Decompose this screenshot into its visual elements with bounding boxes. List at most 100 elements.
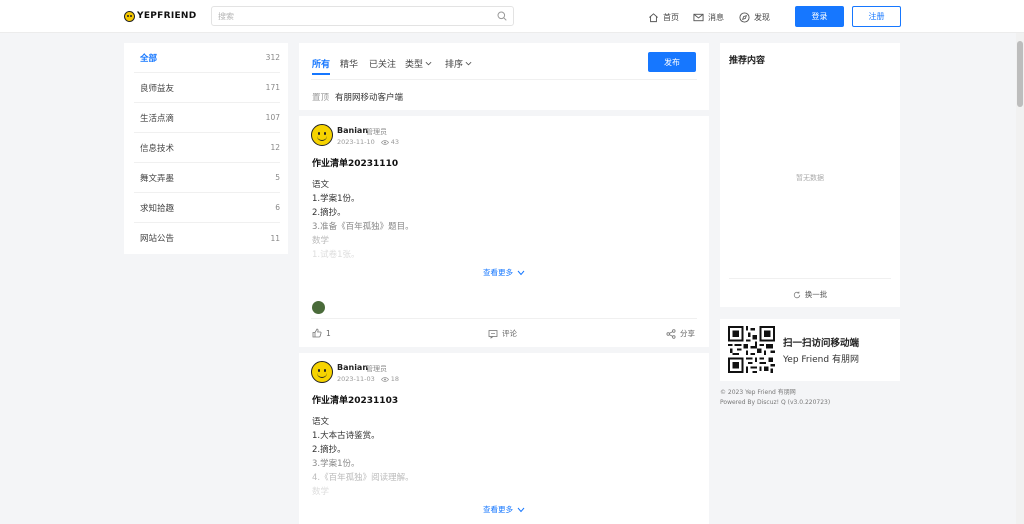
see-more-label: 查看更多 (483, 268, 513, 277)
share-label: 分享 (680, 329, 695, 338)
post-card: Banian 管理员 2023-11-03 18 作业清单20231103 语文… (299, 353, 709, 524)
see-more-label: 查看更多 (483, 505, 513, 514)
share-button[interactable]: 分享 (666, 328, 695, 339)
eye-icon (380, 376, 389, 382)
refresh-button[interactable]: 换一批 (720, 289, 900, 300)
like-button[interactable]: 1 (312, 328, 331, 338)
avatar[interactable] (311, 124, 333, 146)
category-item[interactable]: 生活点滴 107 (134, 103, 280, 133)
post-content[interactable]: 语文 1.大本古诗鉴赏。 2.摘抄。 3.学案1份。 4.《百年孤独》阅读理解。… (312, 415, 414, 499)
see-more-link[interactable]: 查看更多 (299, 267, 709, 278)
post-date: 2023-11-03 (337, 375, 375, 383)
nav-discover[interactable]: 发现 (739, 11, 770, 23)
recommend-panel: 推荐内容 暂无数据 换一批 (720, 43, 900, 307)
category-item[interactable]: 信息技术 12 (134, 133, 280, 163)
empty-state: 暂无数据 (796, 174, 824, 182)
qr-card: 扫一扫访问移动端 Yep Friend 有朋网 (720, 319, 900, 381)
comment-button[interactable]: 评论 (488, 328, 517, 339)
search-input[interactable] (218, 11, 488, 22)
top-header: YEPFRIEND 首页 消息 发现 登录 注册 (0, 0, 1024, 33)
site-footer: © 2023 Yep Friend 有朋网 Powered By Discuz!… (720, 388, 830, 408)
login-button[interactable]: 登录 (795, 6, 844, 27)
post-title[interactable]: 作业清单20231103 (312, 393, 398, 406)
tab-label: 排序 (445, 60, 464, 70)
see-more-link[interactable]: 查看更多 (299, 504, 709, 515)
view-count: 18 (390, 375, 400, 383)
publish-button[interactable]: 发布 (648, 52, 696, 72)
liker-avatar[interactable] (312, 301, 325, 314)
nav-messages[interactable]: 消息 (693, 11, 724, 23)
site-logo[interactable]: YEPFRIEND (124, 10, 197, 22)
content-line: 语文 (312, 417, 330, 427)
tab-label: 类型 (405, 60, 424, 70)
content-line: 2.摘抄。 (312, 208, 346, 218)
search-icon[interactable] (497, 11, 507, 21)
category-item[interactable]: 求知拾趣 6 (134, 193, 280, 223)
content-line: 数学 (312, 236, 330, 246)
qr-subtitle: Yep Friend 有朋网 (783, 355, 859, 365)
category-item[interactable]: 网站公告 11 (134, 223, 280, 253)
category-item[interactable]: 良师益友 171 (134, 73, 280, 103)
post-date: 2023-11-10 (337, 138, 375, 146)
category-count: 171 (265, 83, 280, 92)
avatar[interactable] (311, 361, 333, 383)
nav-messages-label: 消息 (708, 12, 724, 22)
page-scrollbar[interactable] (1016, 33, 1024, 524)
register-button[interactable]: 注册 (852, 6, 901, 27)
powered-by-text: Powered By Discuz! Q (v3.0.220723) (720, 399, 831, 406)
tab-type-dropdown[interactable]: 类型 (405, 57, 432, 70)
smiley-logo-icon (124, 10, 135, 22)
refresh-icon (793, 291, 800, 298)
post-author[interactable]: Banian (337, 126, 368, 135)
pinned-tag: 置顶 (312, 93, 330, 103)
pinned-title[interactable]: 有朋网移动客户端 (335, 91, 403, 103)
category-count: 312 (265, 53, 280, 62)
tab-label: 所有 (312, 60, 331, 70)
category-label: 舞文弄墨 (140, 173, 175, 184)
home-icon (649, 12, 658, 22)
tab-all[interactable]: 所有 (312, 57, 331, 75)
nav-discover-label: 发现 (754, 12, 770, 22)
chevron-down-icon (425, 61, 432, 66)
mail-icon (693, 13, 704, 21)
content-line: 3.学案1份。 (312, 459, 360, 469)
post-content[interactable]: 语文 1.学案1份。 2.摘抄。 3.准备《百年孤独》题目。 数学 1.试卷1张… (312, 178, 414, 262)
chevron-down-icon (465, 61, 472, 66)
category-label: 网站公告 (140, 234, 175, 244)
category-count: 107 (265, 113, 280, 122)
copyright-text: © 2023 Yep Friend 有朋网 (720, 389, 796, 396)
category-label: 全部 (140, 53, 158, 64)
share-icon (666, 328, 676, 339)
category-item[interactable]: 舞文弄墨 5 (134, 163, 280, 193)
post-meta: 2023-11-10 43 (337, 138, 399, 146)
tab-sort-dropdown[interactable]: 排序 (445, 57, 472, 70)
pinned-post[interactable]: 置顶 有朋网移动客户端 (312, 91, 403, 103)
category-sidebar: 全部 312 良师益友 171 生活点滴 107 信息技术 12 舞文弄墨 5 … (124, 43, 288, 254)
feed-filter-bar: 所有 精华 已关注 类型 排序 发布 置顶 有朋网移动客户端 (299, 43, 709, 110)
divider (311, 79, 697, 80)
tab-following[interactable]: 已关注 (369, 57, 396, 70)
logo-text: YEPFRIEND (137, 11, 197, 21)
content-line: 4.《百年孤独》阅读理解。 (312, 473, 414, 483)
category-label: 求知拾趣 (140, 203, 175, 214)
category-label: 信息技术 (140, 143, 175, 154)
category-label: 生活点滴 (140, 113, 175, 124)
qr-code-icon (728, 326, 775, 373)
category-item[interactable]: 全部 312 (134, 43, 280, 73)
category-count: 11 (270, 233, 280, 243)
category-count: 12 (270, 143, 280, 152)
scrollbar-thumb[interactable] (1017, 41, 1023, 107)
tab-featured[interactable]: 精华 (340, 57, 358, 70)
post-title[interactable]: 作业清单20231110 (312, 156, 398, 169)
content-line: 语文 (312, 180, 330, 190)
search-box[interactable] (211, 6, 514, 26)
compass-icon (739, 11, 750, 23)
like-count: 1 (326, 328, 331, 338)
content-line: 1.大本古诗鉴赏。 (312, 431, 380, 441)
nav-home[interactable]: 首页 (648, 11, 679, 23)
post-author[interactable]: Banian (337, 363, 368, 372)
eye-icon (380, 139, 389, 145)
thumbs-up-icon (312, 328, 322, 338)
view-count: 43 (390, 138, 400, 146)
author-role: 管理员 (366, 365, 387, 373)
